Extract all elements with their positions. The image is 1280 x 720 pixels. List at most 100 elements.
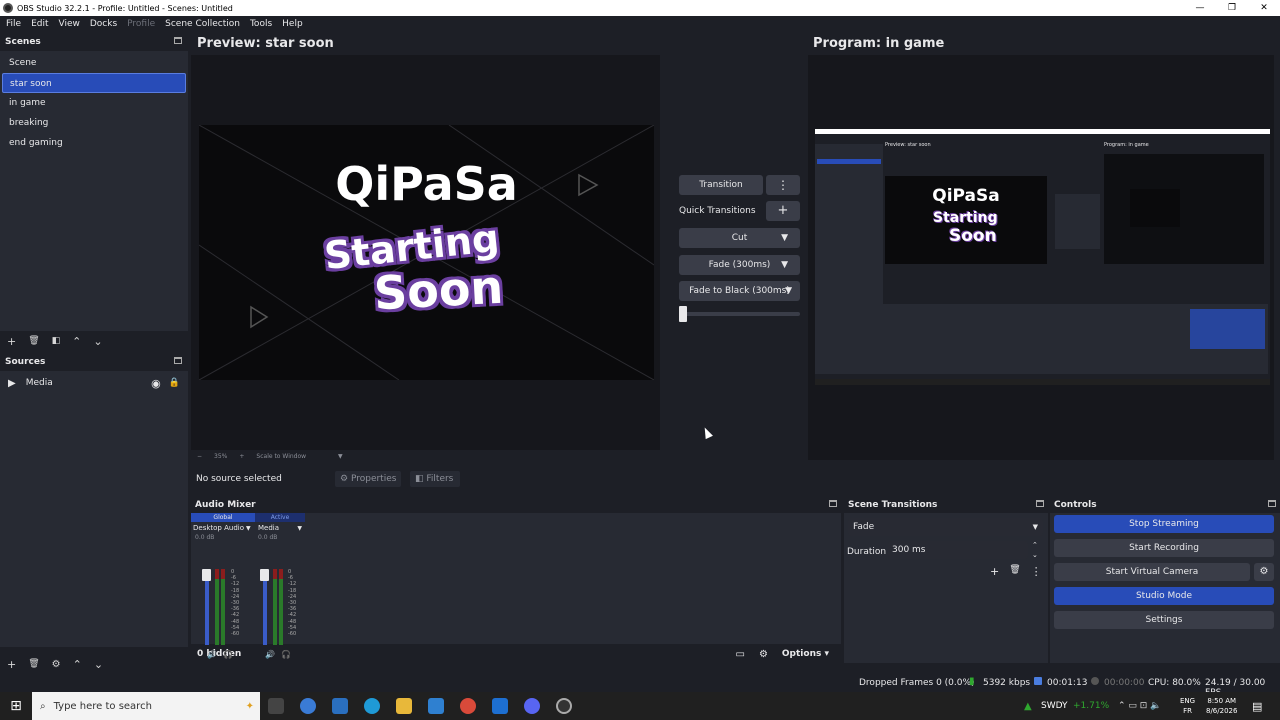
expand-source-icon[interactable]: ▶	[8, 378, 16, 389]
lock-icon[interactable]: 🔒	[169, 378, 180, 388]
add-scene-icon[interactable]: +	[7, 335, 16, 348]
headphones-desktop-icon[interactable]: 🎧	[223, 650, 233, 659]
quick-transition-fade[interactable]: Fade (300ms) ▼	[679, 255, 800, 275]
menu-docks[interactable]: Docks	[90, 19, 117, 29]
start-recording-button[interactable]: Start Recording	[1054, 539, 1274, 557]
close-button[interactable]: ✕	[1248, 0, 1280, 16]
start-virtual-camera-button[interactable]: Start Virtual Camera	[1054, 563, 1250, 581]
source-properties-icon[interactable]: ⚙	[52, 659, 61, 670]
menu-help[interactable]: Help	[282, 19, 303, 29]
windows-start-icon[interactable]: ⊞	[0, 698, 32, 714]
filters-button[interactable]: ◧ Filters	[410, 471, 460, 487]
remove-transition-icon[interactable]: 🗑	[1009, 565, 1020, 578]
language-region[interactable]: FR	[1180, 706, 1195, 716]
stream-indicator-icon	[1034, 677, 1042, 685]
chevron-down-icon[interactable]: ▼	[785, 281, 792, 301]
notification-icon[interactable]: ▤	[1252, 700, 1262, 713]
scene-transitions-title: Scene Transitions	[848, 500, 938, 510]
scenes-undock-icon[interactable]	[174, 37, 182, 44]
zoom-out-button[interactable]: −	[197, 453, 202, 460]
properties-button[interactable]: ⚙ Properties	[335, 471, 401, 487]
add-quick-transition-button[interactable]: +	[766, 201, 800, 221]
preview-canvas[interactable]: QiPaSa Starting Soon	[191, 55, 660, 450]
move-scene-down-icon[interactable]: ⌄	[93, 335, 102, 348]
menu-edit[interactable]: Edit	[31, 19, 48, 29]
app-icon[interactable]	[332, 698, 348, 714]
menu-profile[interactable]: Profile	[127, 19, 155, 29]
move-scene-up-icon[interactable]: ⌃	[72, 335, 81, 348]
maximize-button[interactable]: ❐	[1216, 0, 1248, 16]
visibility-eye-icon[interactable]: ◉	[151, 377, 161, 390]
controls-undock-icon[interactable]	[1268, 500, 1276, 507]
menu-file[interactable]: File	[6, 19, 21, 29]
duration-field[interactable]: 300 ms	[888, 541, 1028, 559]
chevron-down-icon[interactable]: ▼	[1033, 518, 1038, 536]
transition-menu-icon[interactable]: ⋮	[1031, 565, 1042, 578]
scale-dropdown-icon[interactable]: ▼	[338, 453, 343, 460]
clock-date[interactable]: 8/6/2026	[1206, 706, 1237, 716]
move-source-down-icon[interactable]: ⌄	[94, 658, 103, 671]
headphones-media-icon[interactable]: 🎧	[281, 650, 291, 659]
quick-transition-cut[interactable]: Cut ▼	[679, 228, 800, 248]
tbar-handle[interactable]	[679, 306, 687, 322]
mute-media-icon[interactable]: 🔊	[265, 650, 275, 659]
menu-view[interactable]: View	[59, 19, 80, 29]
scene-item-star-soon[interactable]: star soon	[2, 73, 186, 93]
virtual-camera-settings-icon[interactable]: ⚙	[1254, 563, 1274, 581]
transition-button[interactable]: Transition	[679, 175, 763, 195]
transition-select[interactable]: Fade ▼	[848, 518, 1043, 536]
menu-tools[interactable]: Tools	[250, 19, 272, 29]
scale-mode[interactable]: Scale to Window	[256, 453, 306, 460]
scene-item-in-game[interactable]: in game	[2, 93, 186, 113]
audio-mixer-undock-icon[interactable]	[829, 500, 837, 507]
mixer-settings-icon[interactable]: ⚙	[759, 649, 768, 660]
chevron-down-icon[interactable]: ▼	[781, 228, 788, 248]
sources-undock-icon[interactable]	[174, 357, 182, 364]
scene-item-end-gaming[interactable]: end gaming	[2, 133, 186, 153]
scene-item-scene[interactable]: Scene	[2, 53, 186, 73]
quick-transition-fade-black[interactable]: Fade to Black (300ms) ▼	[679, 281, 800, 301]
add-source-icon[interactable]: +	[7, 658, 16, 671]
task-view-icon[interactable]	[268, 698, 284, 714]
scene-transitions-undock-icon[interactable]	[1036, 500, 1044, 507]
studio-mode-button[interactable]: Studio Mode	[1054, 587, 1274, 605]
volume-handle-media[interactable]	[260, 569, 269, 581]
transition-menu-icon[interactable]: ⋮	[766, 175, 800, 195]
store-icon[interactable]	[428, 698, 444, 714]
taskbar-search[interactable]: ⌕ Type here to search ✦	[32, 692, 260, 720]
stop-streaming-button[interactable]: Stop Streaming	[1054, 515, 1274, 533]
mute-desktop-icon[interactable]: 🔊	[207, 650, 217, 659]
obs-taskbar-icon[interactable]	[556, 698, 572, 714]
scene-filters-icon[interactable]: ◧	[52, 336, 61, 346]
source-item-media[interactable]: ▶ Media ◉ 🔒	[0, 373, 188, 393]
chevron-down-icon[interactable]: ▼	[246, 525, 251, 532]
move-source-up-icon[interactable]: ⌃	[73, 658, 82, 671]
settings-button[interactable]: Settings	[1054, 611, 1274, 629]
clock-time[interactable]: 8:50 AM	[1206, 696, 1237, 706]
transition-select-value: Fade	[853, 522, 875, 532]
duration-up-icon[interactable]: ⌃	[1032, 541, 1038, 549]
file-explorer-icon[interactable]	[396, 698, 412, 714]
chevron-down-icon[interactable]: ▼	[781, 255, 788, 275]
tray-icons[interactable]: ⌃ ▭ ⊡ 🔈	[1118, 701, 1161, 711]
mixer-options-button[interactable]: Options ▾	[782, 649, 829, 659]
duration-down-icon[interactable]: ⌄	[1032, 551, 1038, 559]
mail-icon[interactable]	[492, 698, 508, 714]
chevron-down-icon[interactable]: ▼	[297, 525, 302, 532]
remove-source-icon[interactable]: 🗑	[28, 659, 39, 669]
copilot-icon[interactable]	[300, 698, 316, 714]
language-code[interactable]: ENG	[1180, 696, 1195, 706]
minimize-button[interactable]: —	[1184, 0, 1216, 16]
status-bar: Dropped Frames 0 (0.0%) ▮ 5392 kbps 00:0…	[0, 672, 1280, 698]
volume-handle-desktop[interactable]	[202, 569, 211, 581]
discord-icon[interactable]	[524, 698, 540, 714]
menu-scene-collection[interactable]: Scene Collection	[165, 19, 240, 29]
add-transition-icon[interactable]: +	[990, 565, 999, 578]
remove-scene-icon[interactable]: 🗑	[28, 336, 39, 346]
layout-icon[interactable]: ▭	[735, 649, 744, 660]
tbar-track[interactable]	[679, 312, 800, 316]
chrome-icon[interactable]	[460, 698, 476, 714]
zoom-in-button[interactable]: +	[239, 453, 244, 460]
edge-icon[interactable]	[364, 698, 380, 714]
scene-item-breaking[interactable]: breaking	[2, 113, 186, 133]
